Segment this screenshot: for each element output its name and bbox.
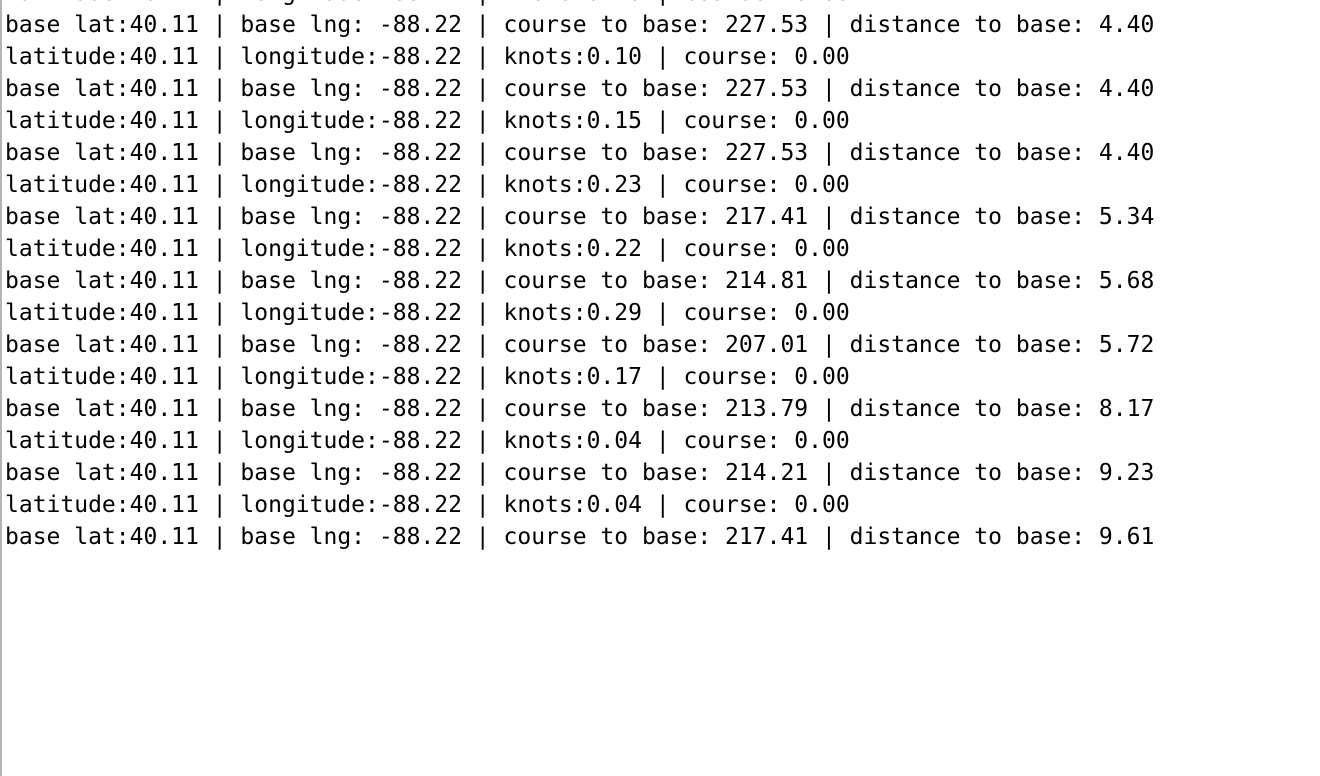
log-line: latitude:40.11 | longitude:-88.22 | knot… (5, 364, 850, 390)
log-line: latitude:40.11 | longitude:-88.22 | knot… (5, 428, 850, 454)
log-line: base lat:40.11 | base lng: -88.22 | cour… (5, 524, 1155, 550)
log-line: latitude:40.11 | longitude:-88.22 | knot… (5, 236, 850, 262)
serial-log: latitude:40.11 | longitude:-88.22 | knot… (5, 0, 1154, 553)
log-line: base lat:40.11 | base lng: -88.22 | cour… (5, 396, 1155, 422)
log-line: base lat:40.11 | base lng: -88.22 | cour… (5, 204, 1155, 230)
log-line: base lat:40.11 | base lng: -88.22 | cour… (5, 12, 1155, 38)
log-line: base lat:40.11 | base lng: -88.22 | cour… (5, 332, 1155, 358)
log-line: latitude:40.11 | longitude:-88.22 | knot… (5, 300, 850, 326)
log-line: latitude:40.11 | longitude:-88.22 | knot… (5, 44, 850, 70)
log-line: base lat:40.11 | base lng: -88.22 | cour… (5, 460, 1155, 486)
log-line: latitude:40.11 | longitude:-88.22 | knot… (5, 492, 850, 518)
log-line: latitude:40.11 | longitude:-88.22 | knot… (5, 108, 850, 134)
log-line: base lat:40.11 | base lng: -88.22 | cour… (5, 140, 1155, 166)
log-line: base lat:40.11 | base lng: -88.22 | cour… (5, 76, 1155, 102)
log-line: base lat:40.11 | base lng: -88.22 | cour… (5, 268, 1155, 294)
serial-output-panel[interactable]: latitude:40.11 | longitude:-88.22 | knot… (0, 0, 1320, 776)
log-line: latitude:40.11 | longitude:-88.22 | knot… (5, 0, 1154, 9)
log-line: latitude:40.11 | longitude:-88.22 | knot… (5, 172, 850, 198)
